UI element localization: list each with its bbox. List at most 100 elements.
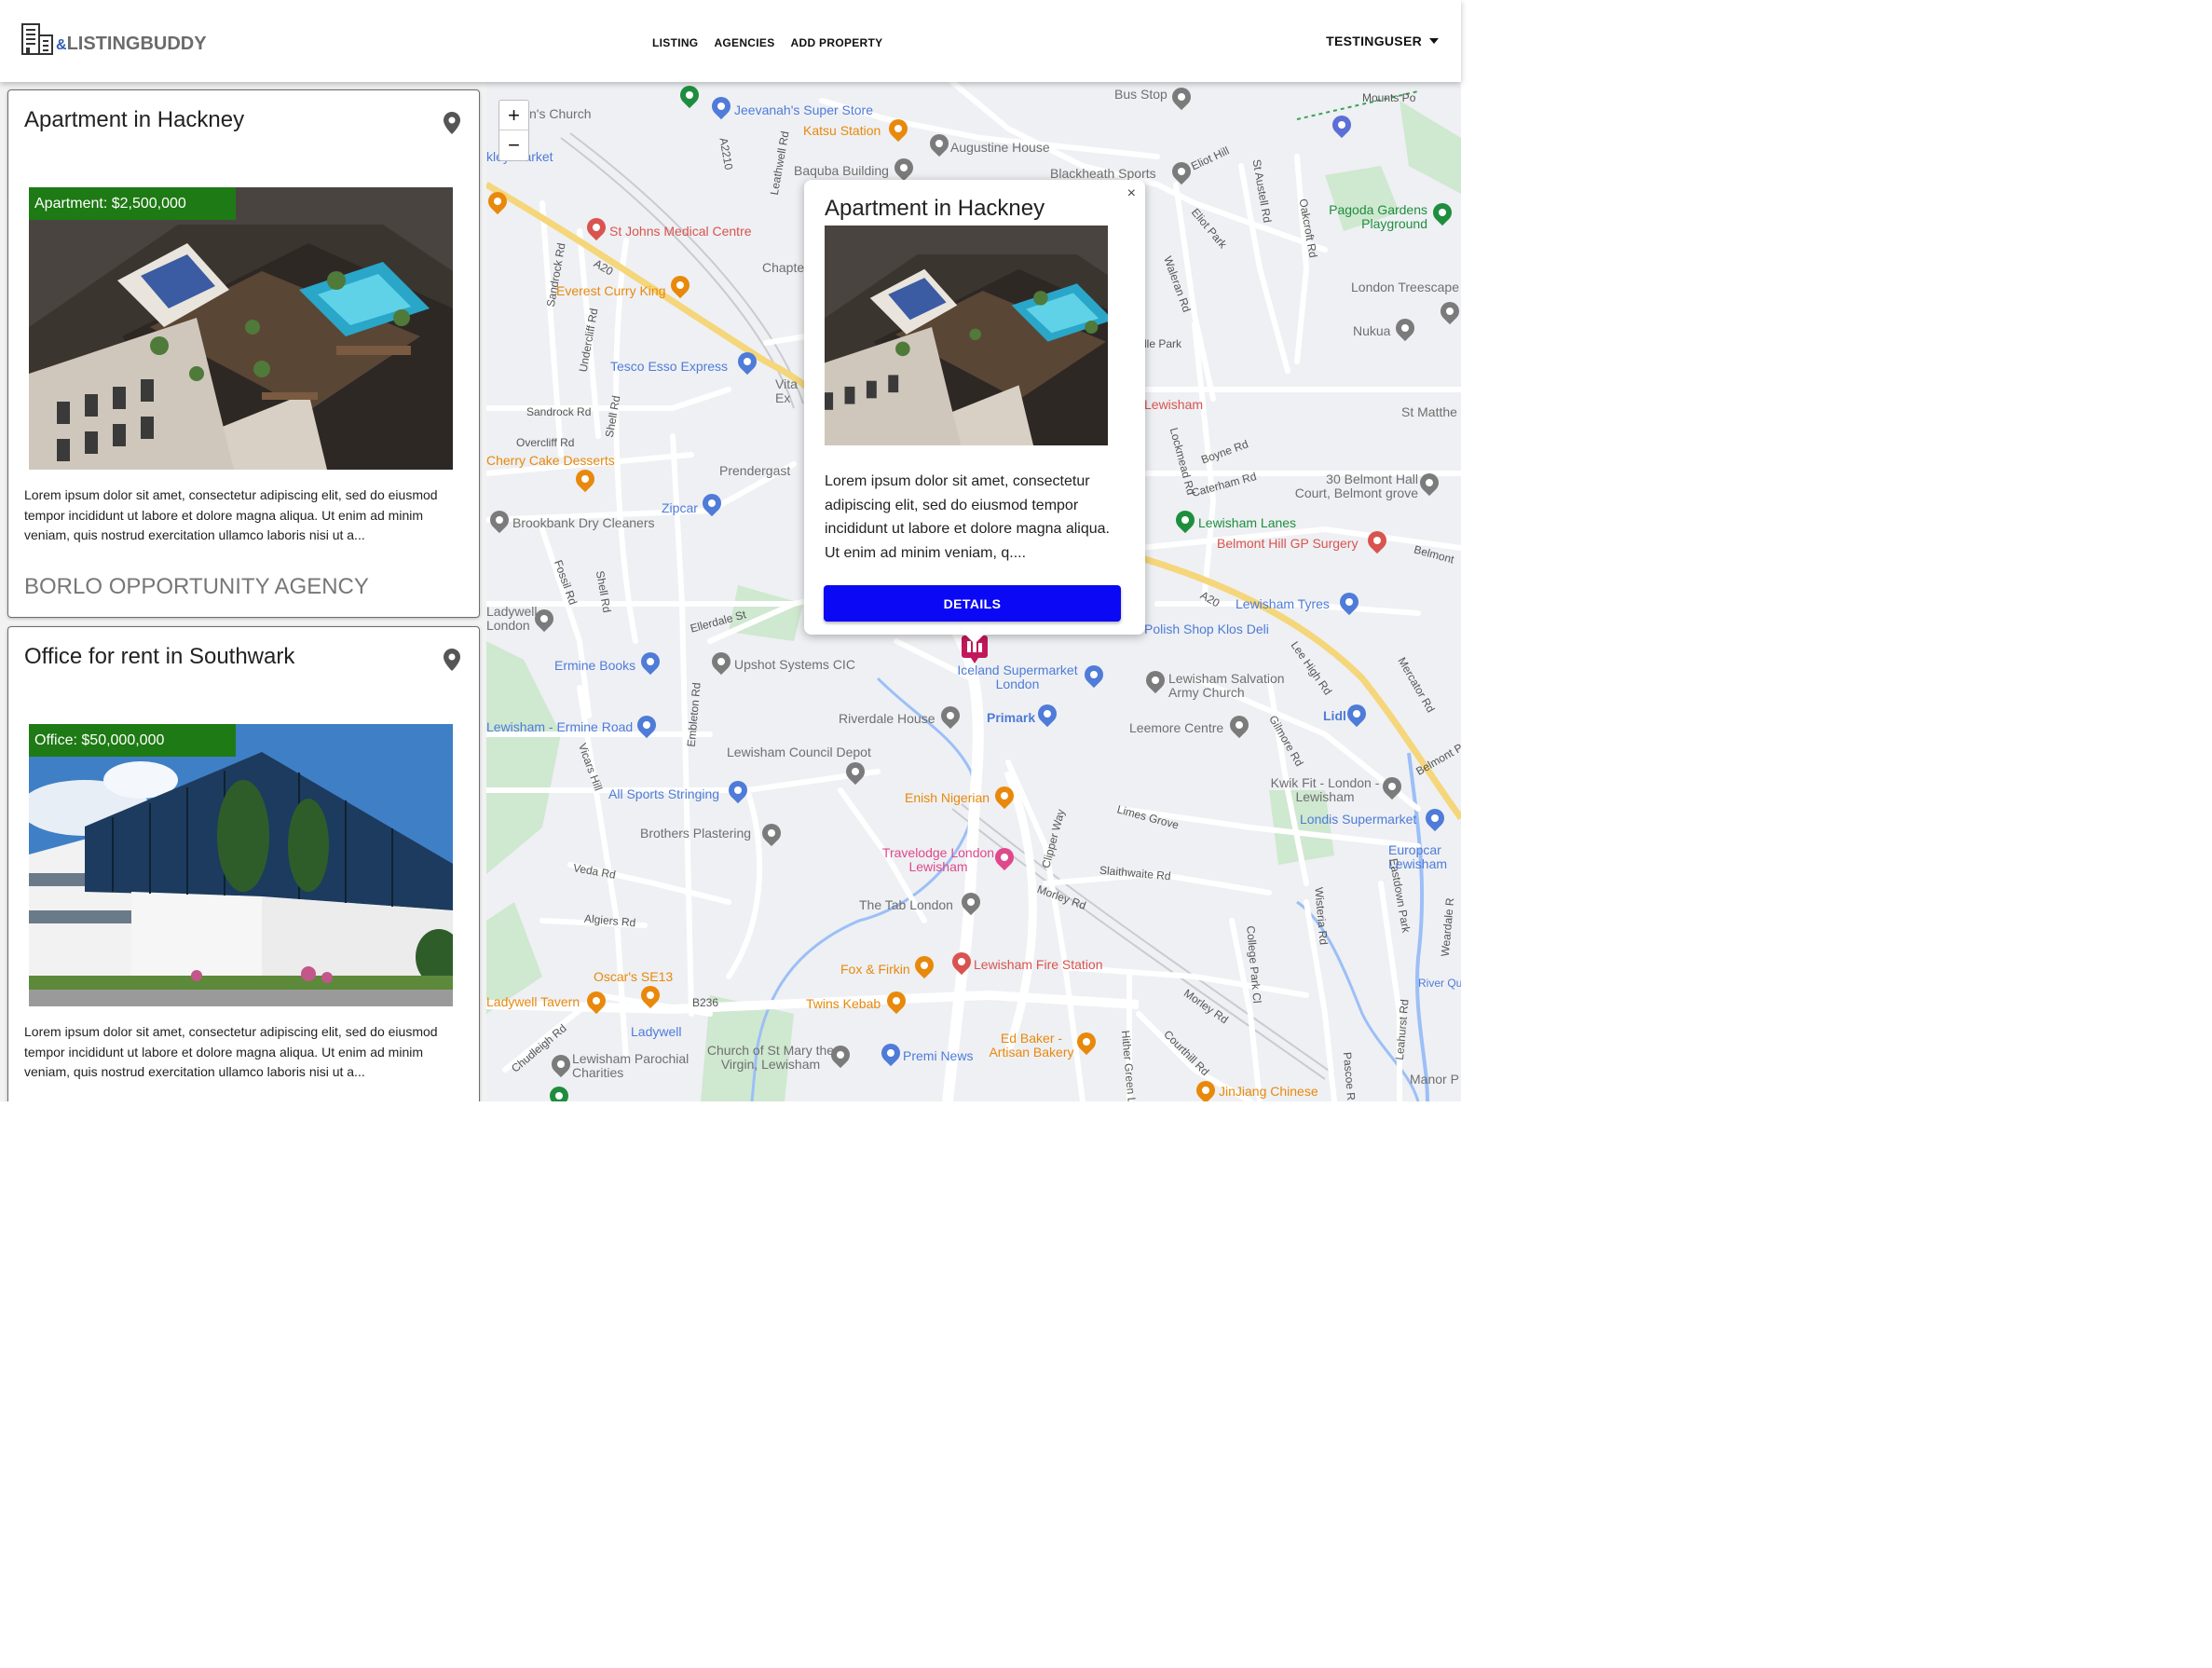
poi-label[interactable]: Fox & Firkin [840, 962, 910, 977]
poi-label[interactable]: Polish Shop Klos Deli [1144, 622, 1269, 636]
logo-wordmark: LISTINGBUDDY [66, 34, 207, 54]
nav-add-property[interactable]: ADD PROPERTY [791, 36, 883, 49]
caret-down-icon [1429, 38, 1439, 44]
poi-label[interactable]: Lewisham Council Depot [727, 745, 871, 759]
logo-ampersand: & [56, 37, 67, 53]
poi-label[interactable]: Lewisham [1144, 397, 1203, 412]
listing-list[interactable]: Apartment in Hackney Apartment: $2,500,0… [0, 82, 486, 1101]
poi-label[interactable]: Tesco Esso Express [610, 359, 728, 374]
poi-label: lle Park [1144, 337, 1182, 350]
nav-agencies[interactable]: AGENCIES [714, 36, 774, 49]
map-pin-icon[interactable] [444, 649, 460, 671]
zoom-in-button[interactable]: + [499, 101, 528, 130]
poi-label[interactable]: St Johns Medical Centre [609, 224, 752, 239]
poi-label: River Quaggy [1418, 977, 1461, 990]
listing-description: Lorem ipsum dolor sit amet, consectetur … [24, 1024, 438, 1079]
close-icon[interactable]: × [1127, 185, 1136, 202]
app-header: &LISTINGBUDDY LISTING AGENCIES ADD PROPE… [0, 0, 1461, 82]
poi-label[interactable]: Bus Stop [1114, 87, 1167, 102]
poi-label[interactable]: Premi News [903, 1048, 973, 1063]
rooftop-apartment-image [825, 226, 1108, 445]
zoom-control: + − [498, 100, 529, 161]
map-info-popup: × Apartment in Hackney Lorem ipsum dolor… [804, 180, 1145, 644]
poi-label[interactable]: St Matthe [1401, 404, 1457, 419]
poi-label[interactable]: Twins Kebab [806, 996, 881, 1011]
poi-label[interactable]: JinJiang Chinese [1219, 1084, 1318, 1099]
logo-text: &LISTINGBUDDY [56, 34, 207, 56]
listing-description: Lorem ipsum dolor sit amet, consectetur … [24, 487, 438, 542]
map-pin-icon[interactable] [444, 112, 460, 134]
poi-label[interactable]: Lewisham Tyres [1236, 596, 1330, 611]
poi-label[interactable]: Travelodge London Lewisham [878, 846, 999, 874]
poi-label[interactable]: Lewisham - Ermine Road [486, 719, 633, 734]
poi-label[interactable]: Zipcar [662, 500, 698, 515]
poi-label[interactable]: Everest Curry King [556, 283, 665, 298]
listing-agency[interactable]: BORLO OPPORTUNITY AGENCY [24, 574, 369, 600]
road-label: B236 [692, 996, 719, 1009]
poi-label[interactable]: Brookbank Dry Cleaners [512, 515, 655, 530]
poi-label[interactable]: Blackheath Sports [1050, 166, 1156, 181]
zoom-out-button[interactable]: − [499, 130, 528, 160]
building-logo-icon [21, 23, 53, 55]
listing-photo[interactable]: Apartment: $2,500,000 [29, 187, 453, 470]
poi-label[interactable]: Church of St Mary the Virgin, Lewisham [701, 1044, 840, 1072]
poi-label[interactable]: Leemore Centre [1129, 720, 1223, 735]
poi-label[interactable]: Nukua [1353, 323, 1390, 338]
poi-label[interactable]: Primark [987, 710, 1035, 725]
poi-label[interactable]: Ladywell Tavern [486, 994, 580, 1009]
poi-label[interactable]: Pagoda Gardens Playground [1325, 203, 1427, 231]
poi-label[interactable]: Lewisham Lanes [1198, 515, 1296, 530]
popup-description: Lorem ipsum dolor sit amet, consectetur … [825, 473, 1110, 561]
price-tag: Office: $50,000,000 [29, 724, 236, 757]
poi-label[interactable]: Belmont Hill GP Surgery [1217, 536, 1358, 551]
poi-label[interactable]: n's Church [529, 106, 591, 121]
listing-card[interactable]: Apartment in Hackney Apartment: $2,500,0… [7, 89, 480, 618]
poi-label[interactable]: Augustine House [950, 140, 1050, 155]
poi-label: Sandrock Rd [526, 405, 592, 418]
poi-label[interactable]: Lewisham Fire Station [974, 957, 1103, 972]
user-name: TESTINGUSER [1326, 34, 1422, 48]
poi-label[interactable]: Ladywell [631, 1024, 681, 1039]
rooftop-apartment-image [29, 187, 453, 470]
poi-label[interactable]: Upshot Systems CIC [734, 657, 855, 672]
poi-label[interactable]: Lewisham Parochial Charities [572, 1052, 693, 1080]
poi-label[interactable]: Enish Nigerian [905, 790, 990, 805]
poi-label[interactable]: Kwik Fit - London - Lewisham [1269, 776, 1381, 804]
poi-label[interactable]: Prendergast [719, 463, 790, 478]
poi-label[interactable]: 30 Belmont Hall Court, Belmont grove [1288, 472, 1418, 500]
price-tag: Apartment: $2,500,000 [29, 187, 236, 220]
poi-label[interactable]: London Treescape [1351, 280, 1459, 294]
poi-label[interactable]: The Tab London [859, 897, 953, 912]
listing-photo[interactable]: Office: $50,000,000 [29, 724, 453, 1006]
poi-label[interactable]: Manor P [1410, 1072, 1459, 1087]
poi-label[interactable]: Katsu Station [803, 123, 881, 138]
poi-label[interactable]: Vita Ex [775, 377, 803, 405]
listing-title: Apartment in Hackney [24, 107, 245, 132]
poi-label: Overcliff Rd [516, 436, 575, 449]
details-button[interactable]: DETAILS [824, 585, 1121, 622]
logo[interactable]: &LISTINGBUDDY [20, 22, 207, 56]
main-nav: LISTING AGENCIES ADD PROPERTY [652, 36, 882, 49]
poi-label[interactable]: Ermine Books [554, 658, 635, 673]
poi-label[interactable]: Iceland Supermarket London [952, 663, 1083, 691]
poi-label[interactable]: Riverdale House [839, 711, 935, 726]
nav-listing[interactable]: LISTING [652, 36, 698, 49]
office-building-image [29, 724, 453, 1006]
poi-label[interactable]: Jeevanah's Super Store [734, 103, 873, 117]
poi-label[interactable]: All Sports Stringing [608, 786, 719, 801]
popup-title: Apartment in Hackney [825, 196, 1045, 221]
poi-label[interactable]: Lidl [1323, 708, 1346, 723]
poi-label[interactable]: Cherry Cake Desserts [486, 453, 615, 468]
poi-label[interactable]: Londis Supermarket [1300, 812, 1416, 827]
listing-card[interactable]: Office for rent in Southwark Office: $50… [7, 626, 480, 1101]
popup-photo [825, 226, 1108, 445]
poi-label[interactable]: Ed Baker - Artisan Bakery [980, 1032, 1083, 1060]
poi-label: Mounts Po [1362, 91, 1416, 104]
poi-label[interactable]: Oscar's SE13 [594, 969, 673, 984]
poi-label[interactable]: Baquba Building [794, 163, 889, 178]
poi-label[interactable]: Chapte [762, 260, 804, 275]
listing-title: Office for rent in Southwark [24, 644, 295, 669]
user-menu[interactable]: TESTINGUSER [1326, 34, 1439, 48]
poi-label[interactable]: Lewisham Salvation Army Church [1168, 672, 1290, 700]
poi-label[interactable]: Brothers Plastering [640, 826, 751, 841]
